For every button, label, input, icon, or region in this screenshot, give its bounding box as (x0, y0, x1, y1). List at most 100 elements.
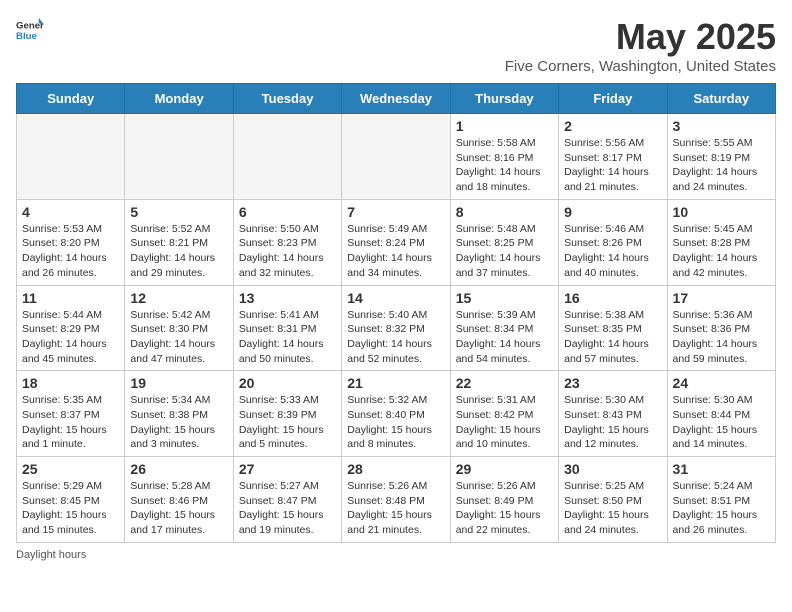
logo-icon: General Blue (16, 16, 44, 44)
calendar-cell: 4 Sunrise: 5:53 AM Sunset: 8:20 PM Daylig… (17, 199, 125, 285)
day-info: Sunrise: 5:55 AM Sunset: 8:19 PM Dayligh… (673, 136, 770, 195)
day-info: Sunrise: 5:53 AM Sunset: 8:20 PM Dayligh… (22, 222, 119, 281)
calendar-week-3: 11Sunrise: 5:44 AM Sunset: 8:29 PM Dayli… (17, 285, 776, 371)
day-number: 13 (239, 290, 336, 306)
day-info: Sunrise: 5:24 AM Sunset: 8:51 PM Dayligh… (673, 479, 770, 538)
calendar-cell: 21 Sunrise: 5:32 AM Sunset: 8:40 PM Dayli… (342, 371, 450, 457)
calendar-week-1: 1 Sunrise: 5:58 AM Sunset: 8:16 PM Daylig… (17, 114, 776, 200)
calendar-table: SundayMondayTuesdayWednesdayThursdayFrid… (16, 83, 776, 543)
day-info: Sunrise: 5:32 AM Sunset: 8:40 PM Dayligh… (347, 393, 444, 452)
weekday-header-wednesday: Wednesday (342, 84, 450, 114)
day-info: Sunrise: 5:50 AM Sunset: 8:23 PM Dayligh… (239, 222, 336, 281)
day-number: 16 (564, 290, 661, 306)
calendar-cell: 13 Sunrise: 5:41 AM Sunset: 8:31 PM Dayli… (233, 285, 341, 371)
day-info: Sunrise: 5:52 AM Sunset: 8:21 PM Dayligh… (130, 222, 227, 281)
day-number: 1 (456, 118, 553, 134)
day-number: 30 (564, 461, 661, 477)
calendar-cell: 22 Sunrise: 5:31 AM Sunset: 8:42 PM Dayli… (450, 371, 558, 457)
calendar-week-4: 18 Sunrise: 5:35 AM Sunset: 8:37 PM Dayli… (17, 371, 776, 457)
calendar-cell: 24Sunrise: 5:30 AM Sunset: 8:44 PM Dayli… (667, 371, 775, 457)
day-info: Sunrise: 5:29 AM Sunset: 8:45 PM Dayligh… (22, 479, 119, 538)
calendar-cell: 19 Sunrise: 5:34 AM Sunset: 8:38 PM Dayli… (125, 371, 233, 457)
calendar-cell: 31 Sunrise: 5:24 AM Sunset: 8:51 PM Dayli… (667, 457, 775, 543)
calendar-cell: 1 Sunrise: 5:58 AM Sunset: 8:16 PM Daylig… (450, 114, 558, 200)
calendar-cell: 30 Sunrise: 5:25 AM Sunset: 8:50 PM Dayli… (559, 457, 667, 543)
day-number: 11 (22, 290, 119, 306)
day-info: Sunrise: 5:41 AM Sunset: 8:31 PM Dayligh… (239, 308, 336, 367)
calendar-header-row: SundayMondayTuesdayWednesdayThursdayFrid… (17, 84, 776, 114)
weekday-header-friday: Friday (559, 84, 667, 114)
day-info: Sunrise: 5:26 AM Sunset: 8:49 PM Dayligh… (456, 479, 553, 538)
day-number: 3 (673, 118, 770, 134)
calendar-cell: 6 Sunrise: 5:50 AM Sunset: 8:23 PM Daylig… (233, 199, 341, 285)
day-info: Sunrise: 5:28 AM Sunset: 8:46 PM Dayligh… (130, 479, 227, 538)
day-number: 6 (239, 204, 336, 220)
calendar-cell (125, 114, 233, 200)
calendar-cell: 3 Sunrise: 5:55 AM Sunset: 8:19 PM Daylig… (667, 114, 775, 200)
day-number: 17 (673, 290, 770, 306)
day-number: 22 (456, 375, 553, 391)
day-number: 23 (564, 375, 661, 391)
calendar-cell: 15 Sunrise: 5:39 AM Sunset: 8:34 PM Dayli… (450, 285, 558, 371)
calendar-cell: 29 Sunrise: 5:26 AM Sunset: 8:49 PM Dayli… (450, 457, 558, 543)
logo-lockup: General Blue (16, 16, 44, 44)
day-info: Sunrise: 5:36 AM Sunset: 8:36 PM Dayligh… (673, 308, 770, 367)
day-info: Sunrise: 5:35 AM Sunset: 8:37 PM Dayligh… (22, 393, 119, 452)
day-info: Sunrise: 5:33 AM Sunset: 8:39 PM Dayligh… (239, 393, 336, 452)
calendar-cell: 27Sunrise: 5:27 AM Sunset: 8:47 PM Dayli… (233, 457, 341, 543)
day-number: 4 (22, 204, 119, 220)
day-info: Sunrise: 5:30 AM Sunset: 8:43 PM Dayligh… (564, 393, 661, 452)
day-info: Sunrise: 5:45 AM Sunset: 8:28 PM Dayligh… (673, 222, 770, 281)
day-info: Sunrise: 5:25 AM Sunset: 8:50 PM Dayligh… (564, 479, 661, 538)
day-number: 27 (239, 461, 336, 477)
day-number: 10 (673, 204, 770, 220)
day-number: 26 (130, 461, 227, 477)
calendar-cell: 11Sunrise: 5:44 AM Sunset: 8:29 PM Dayli… (17, 285, 125, 371)
calendar-week-5: 25 Sunrise: 5:29 AM Sunset: 8:45 PM Dayli… (17, 457, 776, 543)
calendar-cell: 23 Sunrise: 5:30 AM Sunset: 8:43 PM Dayli… (559, 371, 667, 457)
day-info: Sunrise: 5:49 AM Sunset: 8:24 PM Dayligh… (347, 222, 444, 281)
day-number: 31 (673, 461, 770, 477)
calendar-cell: 26 Sunrise: 5:28 AM Sunset: 8:46 PM Dayli… (125, 457, 233, 543)
day-info: Sunrise: 5:58 AM Sunset: 8:16 PM Dayligh… (456, 136, 553, 195)
calendar-cell: 8Sunrise: 5:48 AM Sunset: 8:25 PM Daylig… (450, 199, 558, 285)
day-number: 29 (456, 461, 553, 477)
day-info: Sunrise: 5:39 AM Sunset: 8:34 PM Dayligh… (456, 308, 553, 367)
day-number: 2 (564, 118, 661, 134)
day-info: Sunrise: 5:46 AM Sunset: 8:26 PM Dayligh… (564, 222, 661, 281)
day-number: 21 (347, 375, 444, 391)
logo: General Blue (16, 16, 44, 44)
calendar-week-2: 4 Sunrise: 5:53 AM Sunset: 8:20 PM Daylig… (17, 199, 776, 285)
day-info: Sunrise: 5:26 AM Sunset: 8:48 PM Dayligh… (347, 479, 444, 538)
day-number: 15 (456, 290, 553, 306)
weekday-header-tuesday: Tuesday (233, 84, 341, 114)
calendar-cell (342, 114, 450, 200)
day-info: Sunrise: 5:56 AM Sunset: 8:17 PM Dayligh… (564, 136, 661, 195)
page-title: May 2025 (505, 16, 776, 58)
day-number: 9 (564, 204, 661, 220)
day-number: 25 (22, 461, 119, 477)
weekday-header-thursday: Thursday (450, 84, 558, 114)
weekday-header-saturday: Saturday (667, 84, 775, 114)
day-number: 18 (22, 375, 119, 391)
page-subtitle: Five Corners, Washington, United States (505, 58, 776, 75)
day-info: Sunrise: 5:31 AM Sunset: 8:42 PM Dayligh… (456, 393, 553, 452)
day-number: 12 (130, 290, 227, 306)
calendar-cell: 10 Sunrise: 5:45 AM Sunset: 8:28 PM Dayli… (667, 199, 775, 285)
calendar-cell: 7Sunrise: 5:49 AM Sunset: 8:24 PM Daylig… (342, 199, 450, 285)
day-info: Sunrise: 5:34 AM Sunset: 8:38 PM Dayligh… (130, 393, 227, 452)
calendar-cell: 28Sunrise: 5:26 AM Sunset: 8:48 PM Dayli… (342, 457, 450, 543)
day-info: Sunrise: 5:38 AM Sunset: 8:35 PM Dayligh… (564, 308, 661, 367)
day-number: 20 (239, 375, 336, 391)
day-info: Sunrise: 5:30 AM Sunset: 8:44 PM Dayligh… (673, 393, 770, 452)
calendar-cell: 16 Sunrise: 5:38 AM Sunset: 8:35 PM Dayli… (559, 285, 667, 371)
footer-note: Daylight hours (16, 549, 776, 561)
svg-text:Blue: Blue (16, 31, 37, 42)
calendar-cell (233, 114, 341, 200)
calendar-cell: 9 Sunrise: 5:46 AM Sunset: 8:26 PM Daylig… (559, 199, 667, 285)
day-number: 8 (456, 204, 553, 220)
calendar-cell: 25 Sunrise: 5:29 AM Sunset: 8:45 PM Dayli… (17, 457, 125, 543)
day-number: 5 (130, 204, 227, 220)
day-number: 14 (347, 290, 444, 306)
day-number: 19 (130, 375, 227, 391)
